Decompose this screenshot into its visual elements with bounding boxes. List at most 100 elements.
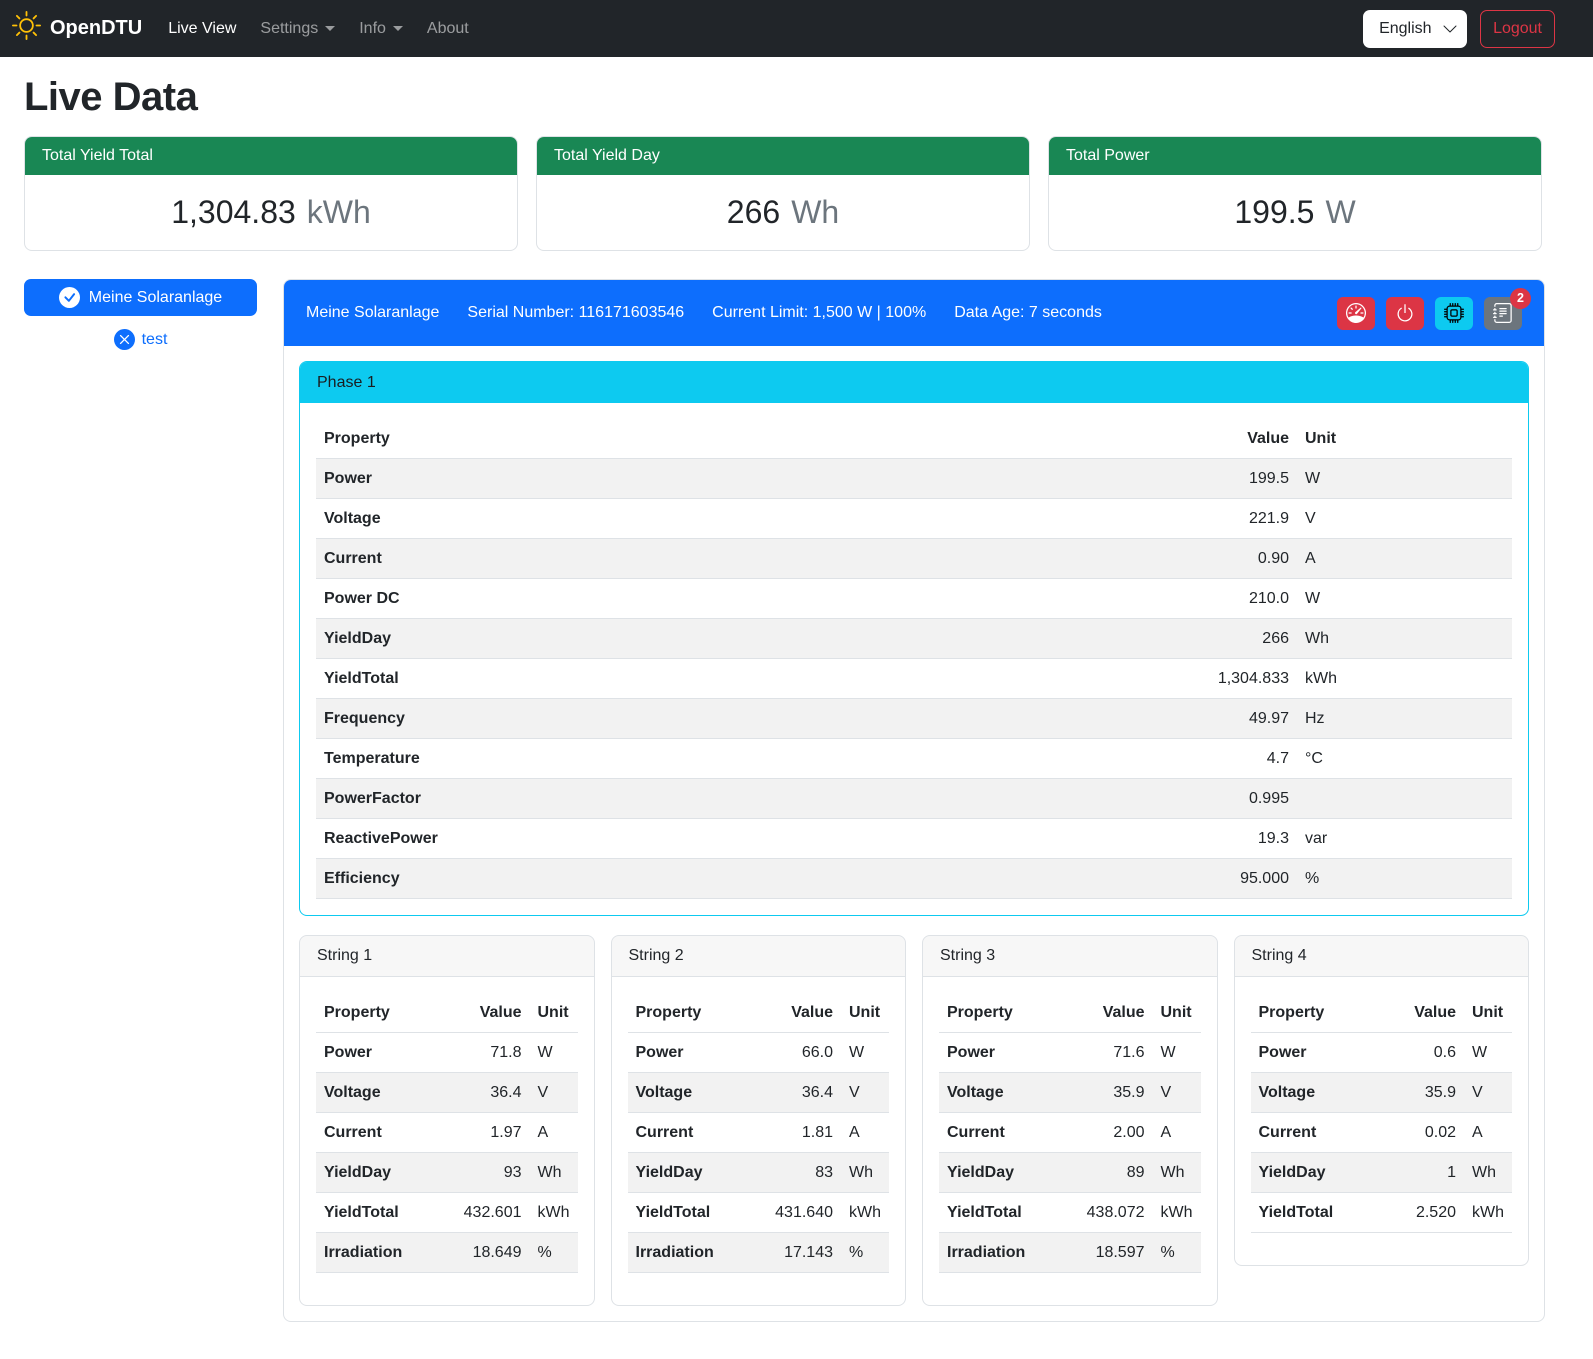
column-header: Value — [1177, 419, 1297, 459]
unit-cell: W — [1464, 1033, 1512, 1073]
unit-cell: V — [841, 1073, 889, 1113]
value-cell: 2.00 — [1065, 1113, 1153, 1153]
value-cell: 0.90 — [1177, 539, 1297, 579]
table-row: Power0.6W — [1251, 1033, 1513, 1073]
value-cell: 17.143 — [753, 1233, 841, 1273]
summary-card-value-row: 266Wh — [537, 175, 1029, 250]
value-cell: 19.3 — [1177, 819, 1297, 859]
value-cell: 83 — [753, 1153, 841, 1193]
inverter-limit: Current Limit: 1,500 W | 100% — [712, 304, 926, 322]
unit-cell: A — [841, 1113, 889, 1153]
summary-card-title: Total Yield Total — [25, 137, 517, 175]
unit-cell: kWh — [530, 1193, 578, 1233]
property-cell: Frequency — [316, 699, 1177, 739]
value-cell: 93 — [442, 1153, 530, 1193]
inverter-list-label: test — [142, 331, 168, 349]
table-header-row: PropertyValueUnit — [316, 419, 1512, 459]
table-row: Power199.5W — [316, 459, 1512, 499]
value-cell: 432.601 — [442, 1193, 530, 1233]
logout-button[interactable]: Logout — [1480, 10, 1555, 48]
cpu-button[interactable] — [1435, 297, 1473, 330]
property-cell: YieldDay — [1251, 1153, 1377, 1193]
table-row: YieldTotal2.520kWh — [1251, 1193, 1513, 1233]
value-cell: 18.597 — [1065, 1233, 1153, 1273]
string-card: String 2PropertyValueUnitPower66.0WVolta… — [611, 935, 907, 1306]
unit-cell: V — [1297, 499, 1512, 539]
unit-cell: % — [1297, 859, 1512, 899]
property-cell: Voltage — [628, 1073, 754, 1113]
unit-cell: A — [530, 1113, 578, 1153]
property-cell: Irradiation — [316, 1233, 442, 1273]
nav-item-settings[interactable]: Settings — [252, 12, 343, 46]
nav-item-info[interactable]: Info — [351, 12, 411, 46]
sun-icon — [12, 11, 41, 40]
summary-card: Total Yield Total1,304.83kWh — [24, 136, 518, 251]
value-cell: 1,304.833 — [1177, 659, 1297, 699]
phase-card-title: Phase 1 — [300, 362, 1528, 403]
string-card-title: String 4 — [1235, 936, 1529, 977]
property-cell: Irradiation — [939, 1233, 1065, 1273]
value-cell: 0.995 — [1177, 779, 1297, 819]
column-header: Value — [442, 993, 530, 1033]
property-cell: YieldTotal — [316, 659, 1177, 699]
summary-card-value-row: 1,304.83kWh — [25, 175, 517, 250]
nav-item-label: Settings — [260, 20, 318, 37]
table-row: Voltage36.4V — [316, 1073, 578, 1113]
property-cell: Power — [316, 459, 1177, 499]
string-card-body: PropertyValueUnitPower0.6WVoltage35.9VCu… — [1235, 977, 1529, 1265]
nav-item-about[interactable]: About — [419, 12, 477, 46]
summary-card: Total Power199.5W — [1048, 136, 1542, 251]
string-card-body: PropertyValueUnitPower71.8WVoltage36.4VC… — [300, 977, 594, 1305]
value-cell: 1 — [1376, 1153, 1464, 1193]
sidebar-inverter-link[interactable]: test — [24, 329, 257, 350]
property-cell: Voltage — [316, 499, 1177, 539]
string-card-title: String 2 — [612, 936, 906, 977]
property-cell: ReactivePower — [316, 819, 1177, 859]
table-row: Current0.02A — [1251, 1113, 1513, 1153]
value-cell: 210.0 — [1177, 579, 1297, 619]
app-brand[interactable]: OpenDTU — [12, 11, 142, 46]
table-row: Irradiation17.143% — [628, 1233, 890, 1273]
value-cell: 89 — [1065, 1153, 1153, 1193]
inverter-list-label: Meine Solaranlage — [89, 289, 222, 307]
journal-icon — [1493, 303, 1513, 323]
table-row: Power71.8W — [316, 1033, 578, 1073]
value-cell: 71.8 — [442, 1033, 530, 1073]
property-cell: Voltage — [1251, 1073, 1377, 1113]
top-navbar: OpenDTU Live View Settings InfoAbout Engli… — [0, 0, 1593, 57]
property-cell: Power — [939, 1033, 1065, 1073]
data-table: PropertyValueUnitPower71.6WVoltage35.9VC… — [939, 993, 1201, 1273]
property-cell: YieldDay — [628, 1153, 754, 1193]
column-header: Value — [1376, 993, 1464, 1033]
column-header: Value — [753, 993, 841, 1033]
column-header: Property — [316, 993, 442, 1033]
speedometer-button[interactable] — [1337, 297, 1375, 330]
summary-unit: Wh — [791, 194, 839, 231]
unit-cell: W — [1297, 579, 1512, 619]
unit-cell: var — [1297, 819, 1512, 859]
unit-cell: V — [1153, 1073, 1201, 1113]
language-select[interactable]: English — [1363, 10, 1467, 48]
column-header: Unit — [530, 993, 578, 1033]
table-row: YieldDay83Wh — [628, 1153, 890, 1193]
value-cell: 71.6 — [1065, 1033, 1153, 1073]
table-row: Frequency49.97Hz — [316, 699, 1512, 739]
column-header: Property — [939, 993, 1065, 1033]
table-header-row: PropertyValueUnit — [1251, 993, 1513, 1033]
column-header: Value — [1065, 993, 1153, 1033]
table-row: Irradiation18.597% — [939, 1233, 1201, 1273]
property-cell: Current — [316, 539, 1177, 579]
power-button[interactable] — [1386, 297, 1424, 330]
table-row: Voltage221.9V — [316, 499, 1512, 539]
table-row: Current1.97A — [316, 1113, 578, 1153]
value-cell: 0.6 — [1376, 1033, 1464, 1073]
column-header: Property — [1251, 993, 1377, 1033]
unit-cell: V — [1464, 1073, 1512, 1113]
sidebar-inverter-button[interactable]: Meine Solaranlage — [24, 279, 257, 316]
table-header-row: PropertyValueUnit — [316, 993, 578, 1033]
nav-item-live-view[interactable]: Live View — [160, 12, 244, 46]
value-cell: 95.000 — [1177, 859, 1297, 899]
journal-button[interactable]: 2 — [1484, 297, 1522, 330]
unit-cell: kWh — [1153, 1193, 1201, 1233]
inverter-actions: 2 — [1337, 297, 1522, 330]
